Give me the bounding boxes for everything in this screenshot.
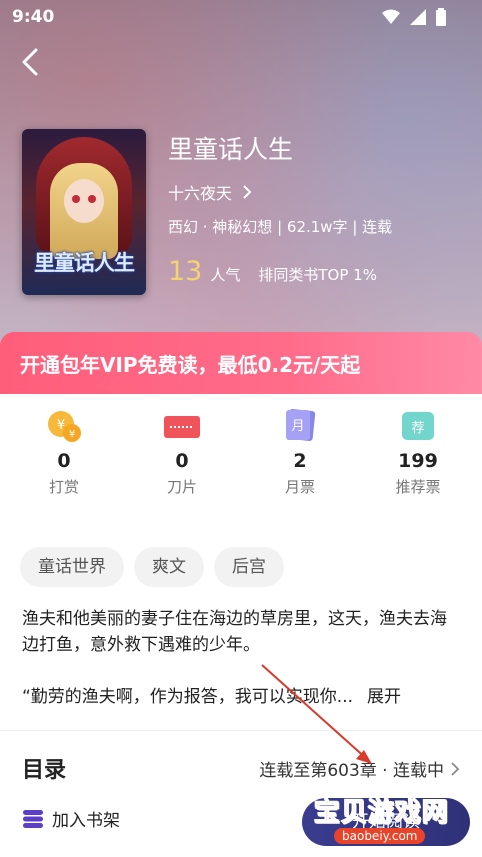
description-paragraph: 渔夫和他美丽的妻子住在海边的草房里，这天，渔夫去海边打鱼，意外救下遇难的少年。	[22, 609, 447, 655]
stat-reward[interactable]: ¥ ¥ 0 打赏	[14, 408, 114, 497]
svg-text:¥: ¥	[57, 418, 65, 433]
svg-text:¥: ¥	[69, 429, 75, 440]
blade-icon	[164, 416, 200, 438]
author-link[interactable]: 十六夜天	[168, 180, 252, 204]
cover-title: 里童话人生	[34, 251, 135, 275]
tag-chip[interactable]: 爽文	[134, 547, 204, 587]
chevron-right-icon	[451, 761, 460, 776]
svg-text:荐: 荐	[411, 421, 424, 436]
book-cover[interactable]: 里童话人生	[22, 129, 146, 295]
toc-status-text: 连载至第603章 · 连载中	[259, 761, 444, 781]
tag-chip[interactable]: 童话世界	[20, 547, 124, 587]
author-name: 十六夜天	[168, 184, 233, 203]
stat-value: 2	[293, 450, 307, 472]
battery-icon	[436, 8, 446, 26]
chevron-right-icon	[243, 185, 252, 199]
tag-chip[interactable]: 后宫	[214, 547, 284, 587]
bookshelf-icon	[23, 809, 43, 828]
svg-text:月: 月	[291, 419, 304, 434]
stat-label: 打赏	[48, 478, 79, 496]
stat-blade[interactable]: 0 刀片	[132, 408, 232, 497]
vip-banner[interactable]: 开通包年VIP免费读，最低0.2元/天起	[0, 332, 482, 394]
start-reading-button[interactable]: 开始阅读	[302, 798, 470, 846]
book-meta: 西幻 · 神秘幻想 | 62.1w字 | 连载	[168, 218, 393, 236]
popularity-label: 人气	[210, 266, 241, 284]
stat-value: 0	[175, 450, 189, 472]
book-title: 里童话人生	[168, 135, 294, 164]
status-time: 9:40	[12, 7, 55, 27]
bottom-action-bar: 加入书架 开始阅读 宝贝游戏网 baobeiy.com	[0, 794, 482, 857]
stat-label: 刀片	[166, 478, 197, 496]
description-paragraph: “勤劳的渔夫啊，作为报答，我可以实现你...	[22, 687, 354, 707]
coin-icon: ¥ ¥	[48, 411, 81, 442]
wifi-icon	[382, 9, 400, 24]
status-icons	[382, 8, 446, 26]
toc-link[interactable]: 连载至第603章 · 连载中	[259, 756, 460, 781]
recommend-ticket-icon: 荐	[402, 412, 434, 440]
stat-monthly-ticket[interactable]: 月 2 月票	[250, 408, 350, 497]
book-detail-content: ¥ ¥ 0 打赏 0 刀片 月 2 月票 荐 199 推荐票 童话世界 爽文 后…	[0, 394, 482, 857]
stat-value: 0	[57, 450, 71, 472]
expand-link[interactable]: 展开	[367, 687, 401, 707]
popularity-row: 13 人气 排同类书TOP 1%	[168, 256, 377, 287]
stat-label: 月票	[284, 478, 315, 496]
vip-text: 开通包年VIP免费读，最低0.2元/天起	[20, 353, 361, 377]
add-to-shelf-label: 加入书架	[52, 811, 120, 831]
status-bar: 9:40	[0, 0, 482, 34]
signal-icon	[410, 9, 426, 25]
stat-label: 推荐票	[395, 478, 441, 496]
popularity-value: 13	[168, 256, 203, 287]
monthly-ticket-icon: 月	[286, 409, 316, 441]
stats-row: ¥ ¥ 0 打赏 0 刀片 月 2 月票 荐 199 推荐票	[0, 408, 482, 508]
tag-list: 童话世界 爽文 后宫	[20, 547, 284, 587]
add-to-shelf-button[interactable]: 加入书架	[22, 806, 120, 831]
stat-value: 199	[398, 450, 438, 472]
rank-text: 排同类书TOP 1%	[258, 266, 377, 284]
back-arrow-icon[interactable]	[14, 44, 50, 80]
divider	[0, 730, 482, 731]
toc-title: 目录	[22, 758, 67, 783]
stat-recommend-ticket[interactable]: 荐 199 推荐票	[368, 408, 468, 497]
book-description: 渔夫和他美丽的妻子住在海边的草房里，这天，渔夫去海边打鱼，意外救下遇难的少年。 …	[22, 606, 462, 736]
